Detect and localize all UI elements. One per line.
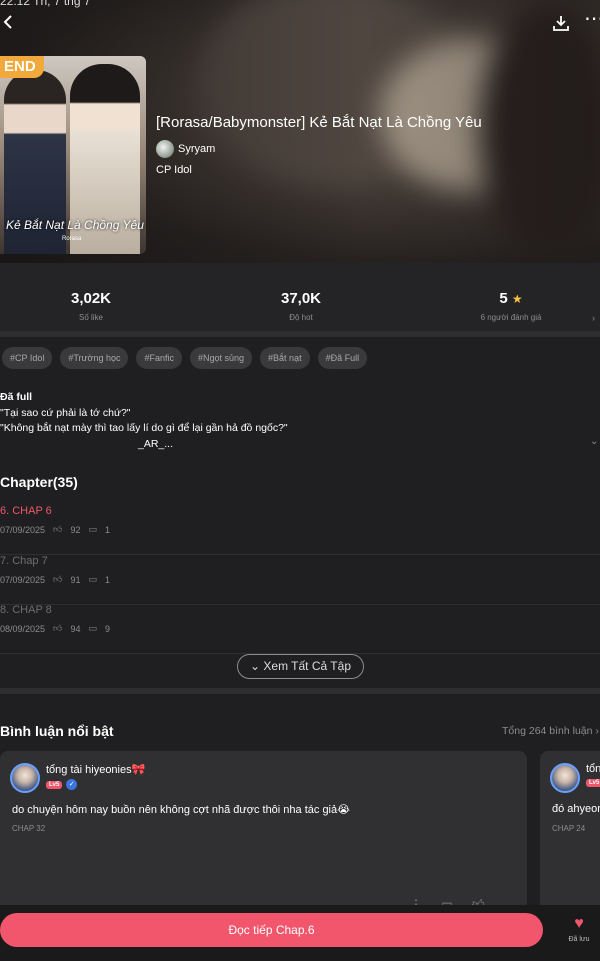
comment-chapter[interactable]: CHAP 32 [12, 824, 45, 833]
chapter-likes: 92 [70, 524, 81, 535]
stat-hot-label: Độ hot [289, 313, 313, 322]
avatar[interactable] [10, 763, 40, 793]
chapter-comments: 9 [104, 623, 110, 634]
tag-item[interactable]: #CP Idol [2, 347, 53, 369]
level-badge: Lv5 [586, 779, 600, 787]
chevron-down-icon[interactable]: ⌄ [590, 436, 598, 447]
chapter-heading: Chapter(35) [0, 474, 78, 490]
continue-reading-button[interactable]: Đọc tiếp Chap.6 [0, 913, 543, 947]
see-all-chapters-button[interactable]: ⌄ Xem Tất Cả Tập [237, 654, 364, 679]
tag-item[interactable]: #Fanfic [136, 347, 182, 369]
like-icon: 👍︎ [53, 623, 63, 633]
stat-rating-value: 5 [499, 290, 508, 307]
stat-likes-label: Số like [78, 313, 103, 322]
chapter-row[interactable]: 8. CHAP 8 08/09/2025 👍︎ 94 ▭ 9 [0, 604, 600, 654]
stat-hot-value: 37,0K [280, 290, 322, 307]
chapter-name: 7. Chap 7 [0, 555, 48, 567]
heart-icon: ♥ [574, 915, 584, 932]
stat-rating[interactable]: 5 ★ 6 người đánh giá [461, 290, 561, 322]
tag-item[interactable]: #Trường học [60, 347, 129, 369]
back-icon[interactable] [2, 14, 16, 32]
chapter-name: 6. CHAP 6 [0, 505, 52, 517]
author-name: Syryam [178, 143, 216, 155]
comment-icon: ▭ [88, 524, 97, 534]
hero-banner: 22:12 Th, 7 thg 7 ⋯ END Kẻ Bắt Nạt Là Ch… [0, 0, 600, 263]
bottom-bar: Đọc tiếp Chap.6 ♥ Đã lưu [0, 905, 600, 961]
comment-card[interactable]: tổng tài hiyeonies Lv5 đó ahyeon CHAP 24 [540, 751, 600, 911]
end-badge: END [0, 56, 44, 78]
verified-icon: ✓ [66, 779, 78, 790]
stat-likes: 3,02K Số like [41, 290, 141, 322]
comments-total-label: Tổng 264 bình luận [502, 725, 593, 737]
more-icon[interactable]: ⋯ [584, 9, 600, 29]
chevron-right-icon: › [595, 725, 599, 737]
chapter-date: 08/09/2025 [0, 623, 46, 634]
section-divider [0, 688, 600, 694]
comment-icon: ▭ [88, 623, 97, 633]
chapter-likes: 94 [70, 623, 81, 634]
saved-label: Đã lưu [568, 936, 590, 943]
like-icon: 👍︎ [53, 524, 63, 534]
avatar[interactable] [550, 763, 580, 793]
comment-text: do chuyện hôm nay buồn nên không cợt nhã… [12, 804, 350, 816]
comment-chapter[interactable]: CHAP 24 [552, 824, 585, 833]
description-line: "Tại sao cứ phải là tớ chứ?" [0, 406, 131, 419]
cover-subtitle: Rorasa [62, 236, 82, 242]
chapter-likes: 91 [70, 574, 81, 585]
description-line: Đã full [0, 391, 33, 403]
stat-likes-value: 3,02K [70, 290, 112, 307]
description-line: "Không bắt nạt mày thì tao lấy lí do gì … [0, 422, 288, 434]
status-bar: 22:12 Th, 7 thg 7 [0, 0, 91, 8]
cover-title: Kẻ Bắt Nạt Là Chồng Yêu [6, 218, 144, 232]
story-title: [Rorasa/Babymonster] Kẻ Bắt Nạt Là Chồng… [156, 114, 482, 131]
comments-heading: Bình luận nổi bật [0, 723, 114, 739]
comment-user[interactable]: tổng tài hiyeonies🎀 [46, 763, 145, 776]
chevron-right-icon[interactable]: › [592, 313, 595, 323]
like-icon: 👍︎ [53, 574, 63, 584]
chapter-row[interactable]: 6. CHAP 6 07/09/2025 👍︎ 92 ▭ 1 [0, 505, 600, 555]
chapter-date: 07/09/2025 [0, 574, 46, 585]
chevron-down-icon: ⌄ [249, 659, 261, 673]
comment-user[interactable]: tổng tài hiyeonies [586, 763, 600, 775]
comment-text: đó ahyeon [552, 803, 600, 815]
chapter-name: 8. CHAP 8 [0, 604, 52, 616]
level-badge: Lv5 [46, 780, 63, 789]
stat-hot: 37,0K Độ hot [251, 290, 351, 322]
tag-item[interactable]: #Đã Full [317, 347, 368, 369]
author-row[interactable]: Syryam [156, 140, 215, 158]
save-button[interactable]: ♥ Đã lưu [564, 915, 594, 943]
chapter-row[interactable]: 7. Chap 7 07/09/2025 👍︎ 91 ▭ 1 [0, 555, 600, 605]
chapter-date: 07/09/2025 [0, 524, 46, 535]
tag-list: #CP Idol #Trường học #Fanfic #Ngọt sủng … [2, 347, 368, 369]
tag-item[interactable]: #Ngọt sủng [190, 347, 253, 369]
comment-card[interactable]: tổng tài hiyeonies🎀 Lv5 ✓ do chuyện hôm … [0, 751, 527, 911]
star-icon: ★ [511, 292, 523, 306]
comment-icon: ▭ [88, 574, 97, 584]
comments-total-link[interactable]: Tổng 264 bình luận › [502, 725, 599, 737]
tag-item[interactable]: #Bắt nạt [260, 347, 310, 369]
description-line: _AR_... [138, 437, 174, 450]
stats-bar: 3,02K Số like 37,0K Độ hot 5 ★ 6 người đ… [0, 263, 600, 331]
stat-rating-label: 6 người đánh giá [480, 313, 542, 322]
author-avatar [156, 140, 174, 158]
download-icon[interactable] [552, 14, 570, 32]
section-divider [0, 331, 600, 337]
chapter-comments: 1 [104, 574, 110, 585]
story-category: CP Idol [156, 164, 192, 176]
chapter-comments: 1 [104, 524, 110, 535]
see-all-label: Xem Tất Cả Tập [263, 659, 351, 673]
story-description[interactable]: Đã full "Tại sao cứ phải là tớ chứ?" "Kh… [0, 390, 288, 452]
